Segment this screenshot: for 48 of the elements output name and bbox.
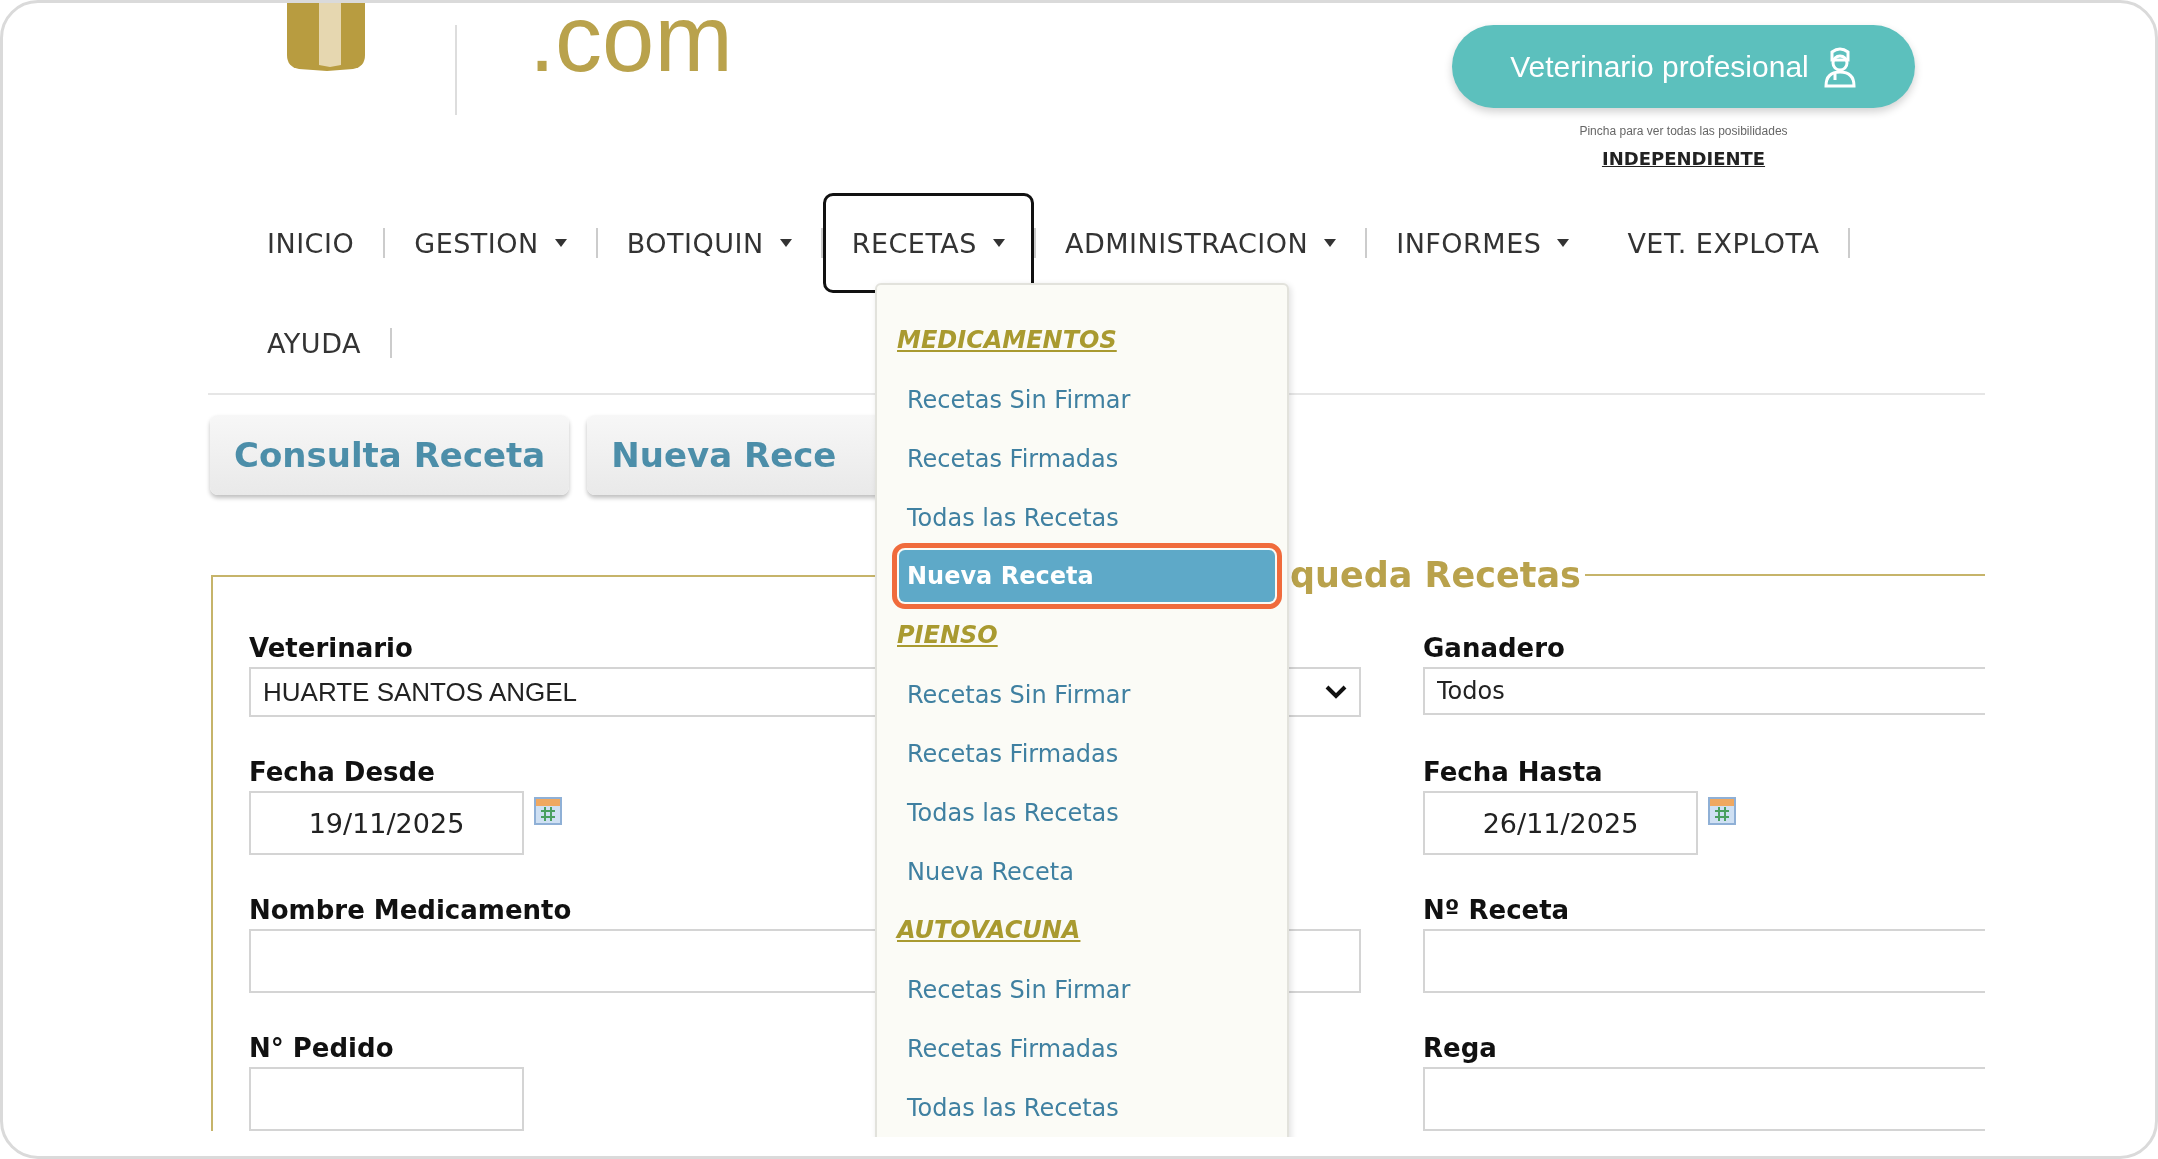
domain-text: .com: [529, 3, 733, 79]
caret-icon: [992, 239, 1005, 247]
date-field[interactable]: 19/11/2025: [249, 791, 524, 855]
caret-icon: [779, 239, 792, 247]
menu-item[interactable]: Todas las Recetas: [899, 783, 1275, 842]
menu-item[interactable]: Recetas Firmadas: [899, 1019, 1275, 1078]
menu-item[interactable]: Recetas Sin Firmar: [899, 370, 1275, 429]
field-label: Nº Receta: [1423, 895, 1570, 925]
menu-section-header: AUTOVACUNA: [897, 915, 1081, 946]
menu-item[interactable]: Recetas Firmadas: [899, 429, 1275, 488]
nav-item[interactable]: INFORMES: [1367, 193, 1599, 293]
text-field[interactable]: [249, 1067, 524, 1131]
caret-icon: [554, 239, 567, 247]
tab[interactable]: Consulta Receta: [210, 415, 570, 495]
field-label: N° Pedido: [249, 1033, 394, 1063]
nav-item[interactable]: AYUDA: [238, 293, 390, 393]
calendar-icon[interactable]: [1708, 797, 1736, 825]
field-label: Fecha Hasta: [1423, 757, 1603, 787]
field-label: Ganadero: [1423, 633, 1565, 663]
menu-section-header: MEDICAMENTOS: [897, 325, 1117, 356]
caret-icon: [1557, 239, 1570, 247]
hint-text: Pincha para ver todas las posibilidades: [1579, 124, 1788, 138]
doctor-icon: [1822, 45, 1857, 88]
chevron-down-icon: [1325, 685, 1347, 699]
menu-item[interactable]: Todas las Recetas: [899, 488, 1275, 547]
menu-section-header: PIENSO: [897, 620, 998, 651]
date-field[interactable]: 26/11/2025: [1423, 791, 1698, 855]
field-label: Veterinario: [249, 633, 413, 663]
field-label: Rega: [1423, 1033, 1497, 1063]
field-label: Fecha Desde: [249, 757, 435, 787]
professional-vet-button[interactable]: Veterinario profesional: [1452, 25, 1915, 108]
text-field[interactable]: Todos: [1423, 667, 1985, 715]
license-link[interactable]: INDEPENDIENTE: [1601, 148, 1766, 169]
nav-item[interactable]: VET. EXPLOTA: [1598, 193, 1849, 293]
text-field[interactable]: [1423, 1067, 1985, 1131]
nav-item[interactable]: ADMINISTRACION: [1035, 193, 1366, 293]
nav-item[interactable]: INICIO: [238, 193, 384, 293]
nav-item[interactable]: GESTION: [385, 193, 596, 293]
field-label: Nombre Medicamento: [249, 895, 572, 925]
text-field[interactable]: [1423, 929, 1985, 993]
nav-item[interactable]: BOTIQUIN: [597, 193, 821, 293]
panel-legend: queda Recetas: [1286, 555, 1585, 595]
menu-item[interactable]: Nueva Receta: [899, 842, 1275, 901]
caret-icon: [1324, 239, 1337, 247]
menu-item[interactable]: Todas las Recetas: [899, 1078, 1275, 1137]
menu-item[interactable]: Recetas Sin Firmar: [899, 960, 1275, 1019]
menu-item[interactable]: Recetas Firmadas: [899, 724, 1275, 783]
calendar-icon[interactable]: [534, 797, 562, 825]
